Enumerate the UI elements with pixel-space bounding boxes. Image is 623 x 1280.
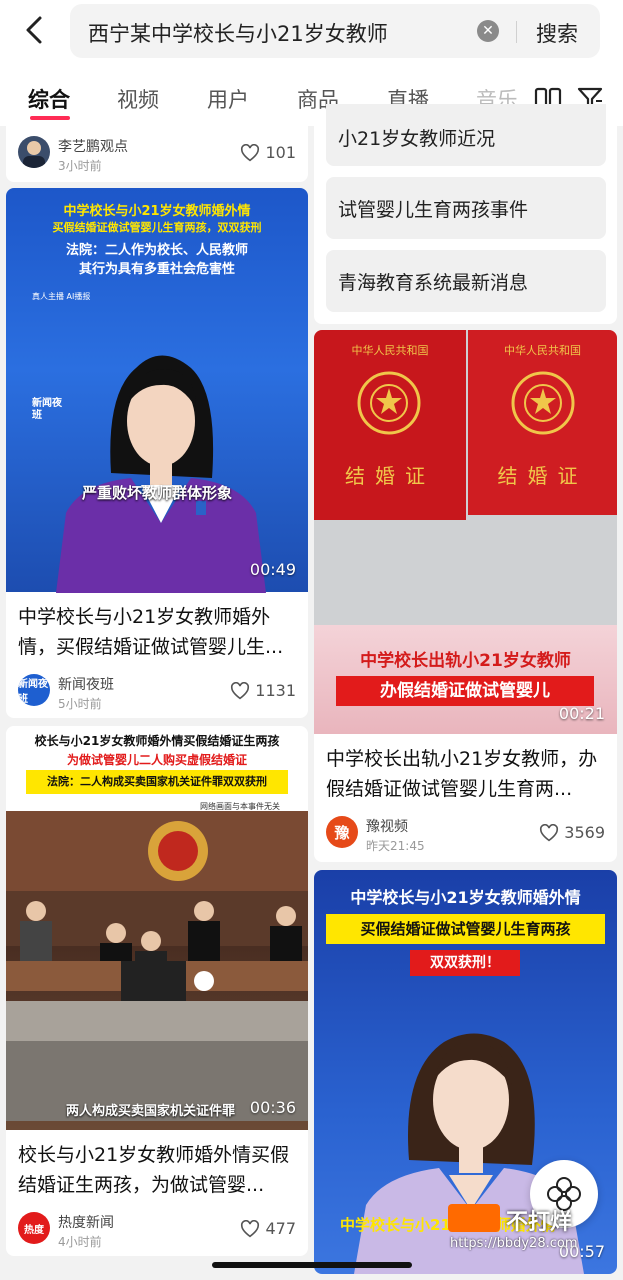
like-count: 3569 [564,823,605,842]
tab-users[interactable]: 用户 [207,84,249,114]
author-name[interactable]: 豫视频 [366,816,408,836]
post-time: 昨天21:45 [366,839,425,853]
author-avatar[interactable]: 新闻夜班 [18,674,50,706]
related-search-item[interactable]: 试管婴儿生育两孩事件 [326,177,606,239]
like-count: 101 [265,143,296,162]
tab-video[interactable]: 视频 [117,84,159,114]
search-box[interactable]: 西宁某中学校长与小21岁女教师 ✕ 搜索 [70,4,600,58]
news-anchor-image [56,355,266,593]
watermark-url: https://bbdy28.com [450,1236,578,1251]
thumb-caption: 严重败坏教师群体形象 [81,484,232,502]
author-avatar[interactable]: 豫 [326,816,358,848]
video-duration: 00:49 [249,560,296,579]
heart-icon [231,681,250,699]
thumb-banner-line: 买假结婚证做试管婴儿生育两孩 [326,914,605,944]
certificate-image: 中华人民共和国 结婚证 [468,330,617,515]
thumb-banner-line: 法院：二人构成买卖国家机关证件罪双双获刑 [26,770,288,794]
thumb-banner-line: 校长与小21岁女教师婚外情买假结婚证生两孩 [34,734,280,748]
video-title[interactable]: 中学校长与小21岁女教师婚外情，买假结婚证做试管婴儿生... [18,602,296,662]
video-card[interactable]: 中学校长与小21岁女教师婚外情 买假结婚证做试管婴儿生育两孩，双双获刑 法院：二… [6,188,308,718]
like-count: 477 [265,1219,296,1238]
post-time: 5小时前 [58,697,102,711]
author-name[interactable]: 新闻夜班 [58,674,114,694]
thumb-banner-line: 中学校长与小21岁女教师婚外情 [63,204,251,219]
home-indicator[interactable] [212,1262,412,1268]
clear-icon[interactable]: ✕ [477,20,499,42]
watermark-text: 不打烊 [506,1210,573,1235]
certificate-header: 中华人民共和国 [351,344,429,357]
author-avatar[interactable]: 热度 [18,1212,50,1244]
tab-all[interactable]: 综合 [28,84,70,114]
like-button[interactable]: 3569 [539,823,605,842]
like-button[interactable]: 1131 [230,681,296,700]
national-emblem-icon [511,371,575,435]
video-thumbnail[interactable]: 校长与小21岁女教师婚外情买假结婚证生两孩 为做试管婴儿二人购买虚假结婚证 法院… [6,726,308,1130]
video-card[interactable]: 中华人民共和国 结婚证 中华人民共和国 结婚证 中学校长出轨小21岁女教师 办假… [314,330,617,862]
like-button[interactable]: 101 [240,143,296,162]
thumb-banner-line: 办假结婚证做试管婴儿 [336,676,594,706]
national-emblem-icon [357,371,421,435]
video-title[interactable]: 校长与小21岁女教师婚外情买假结婚证生两孩，为做试管婴... [18,1140,296,1200]
thumb-banner-line: 为做试管婴儿二人购买虚假结婚证 [66,753,247,767]
like-count: 1131 [255,681,296,700]
thumb-banner-line: 中学校长出轨小21岁女教师 [360,651,571,671]
video-title[interactable]: 中学校长出轨小21岁女教师，办假结婚证做试管婴儿生育两... [326,744,605,804]
related-search-item[interactable]: 小21岁女教师近况 [326,104,606,166]
thumb-banner-line: 中学校长与小21岁女教师婚外情 [350,888,581,907]
author-name[interactable]: 热度新闻 [58,1212,114,1232]
search-divider [516,21,517,43]
search-button[interactable]: 搜索 [536,18,578,48]
heart-icon [241,143,260,161]
like-button[interactable]: 477 [240,1219,296,1238]
thumb-banner-line: 法院：二人作为校长、人民教师 [65,243,248,258]
courtroom-image [6,811,308,1121]
related-search-item[interactable]: 青海教育系统最新消息 [326,250,606,312]
post-time: 3小时前 [58,159,102,173]
post-time: 4小时前 [58,1235,102,1249]
watermark-logo [448,1204,500,1232]
certificate-image: 中华人民共和国 结婚证 [314,330,466,520]
certificate-title: 结婚证 [345,464,435,488]
video-thumbnail[interactable]: 中华人民共和国 结婚证 中华人民共和国 结婚证 中学校长出轨小21岁女教师 办假… [314,330,617,734]
video-duration: 00:21 [558,704,605,723]
back-button[interactable] [18,14,50,46]
certificate-title: 结婚证 [497,464,588,488]
video-duration: 00:36 [249,1098,296,1117]
author-name[interactable]: 李艺鹏观点 [58,136,128,156]
certificate-header: 中华人民共和国 [504,344,581,357]
active-tab-indicator [30,116,70,120]
back-arrow-icon [26,16,42,44]
watermark: 不打烊 https://bbdy28.com [448,1198,618,1258]
thumb-banner-line: 买假结婚证做试管婴儿生育两孩，双双获刑 [52,221,262,234]
author-avatar[interactable] [18,136,50,168]
heart-icon [241,1219,260,1237]
heart-icon [540,823,559,841]
video-card[interactable]: 校长与小21岁女教师婚外情买假结婚证生两孩 为做试管婴儿二人购买虚假结婚证 法院… [6,726,308,1256]
thumb-banner-line: 双双获刑！ [410,950,520,976]
search-input[interactable]: 西宁某中学校长与小21岁女教师 [88,18,388,48]
video-thumbnail[interactable]: 中学校长与小21岁女教师婚外情 买假结婚证做试管婴儿生育两孩，双双获刑 法院：二… [6,188,308,593]
video-card-partial[interactable]: 李艺鹏观点 3小时前 101 [6,126,308,182]
